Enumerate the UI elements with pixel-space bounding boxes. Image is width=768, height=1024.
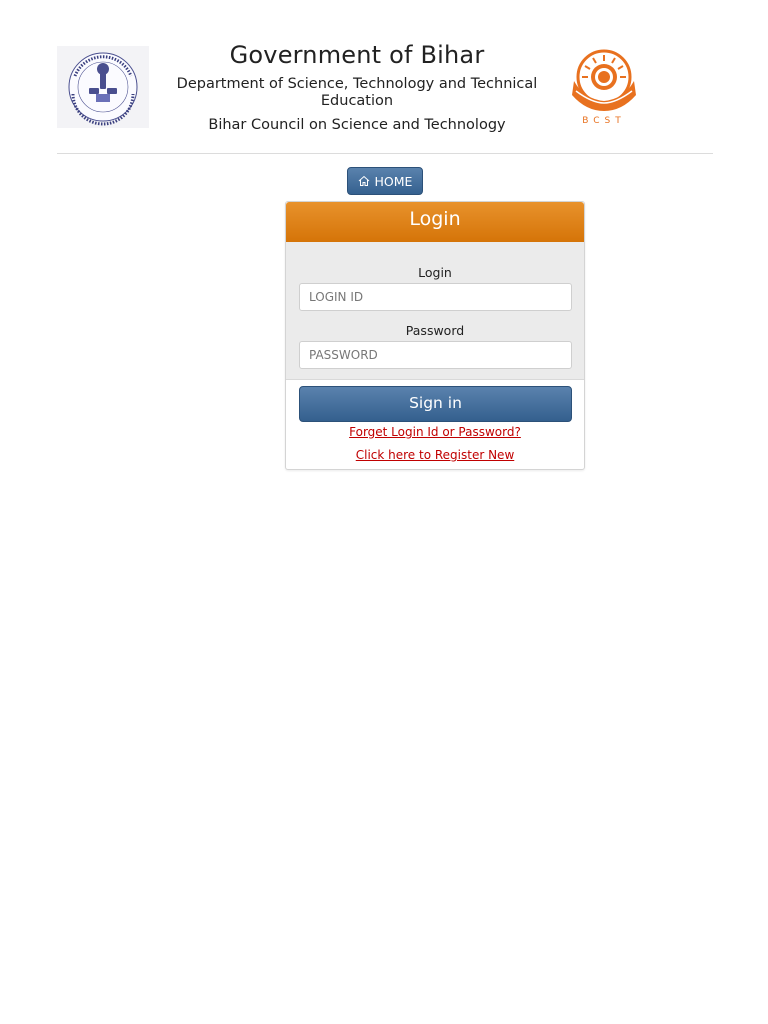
page-header: Government of Bihar Department of Scienc… [57,36,713,154]
bcst-logo-text: BCST [582,116,626,126]
password-input[interactable] [299,341,572,369]
register-new-link[interactable]: Click here to Register New [299,447,571,463]
header-titles: Government of Bihar Department of Scienc… [157,40,557,134]
login-panel: Login Login Password Sign in Forget Logi… [285,201,585,470]
login-form-body: Login Password [286,242,584,380]
login-label: Login [418,265,452,280]
dst-bihar-emblem-icon [57,46,149,128]
bcst-sun-logo-icon: BCST [564,42,644,128]
page-title: Government of Bihar [229,41,485,69]
home-button-label: HOME [374,173,413,189]
password-label: Password [405,323,465,338]
home-button[interactable]: HOME [347,167,423,195]
login-panel-title: Login [286,202,584,242]
home-icon [358,175,369,186]
council-name: Bihar Council on Science and Technology [208,117,506,133]
sign-in-button[interactable]: Sign in [299,386,572,422]
login-form-footer: Sign in Forget Login Id or Password? Cli… [286,380,584,463]
forgot-credentials-link[interactable]: Forget Login Id or Password? [299,424,571,440]
login-id-input[interactable] [299,283,572,311]
department-name: Department of Science, Technology and Te… [176,76,538,109]
